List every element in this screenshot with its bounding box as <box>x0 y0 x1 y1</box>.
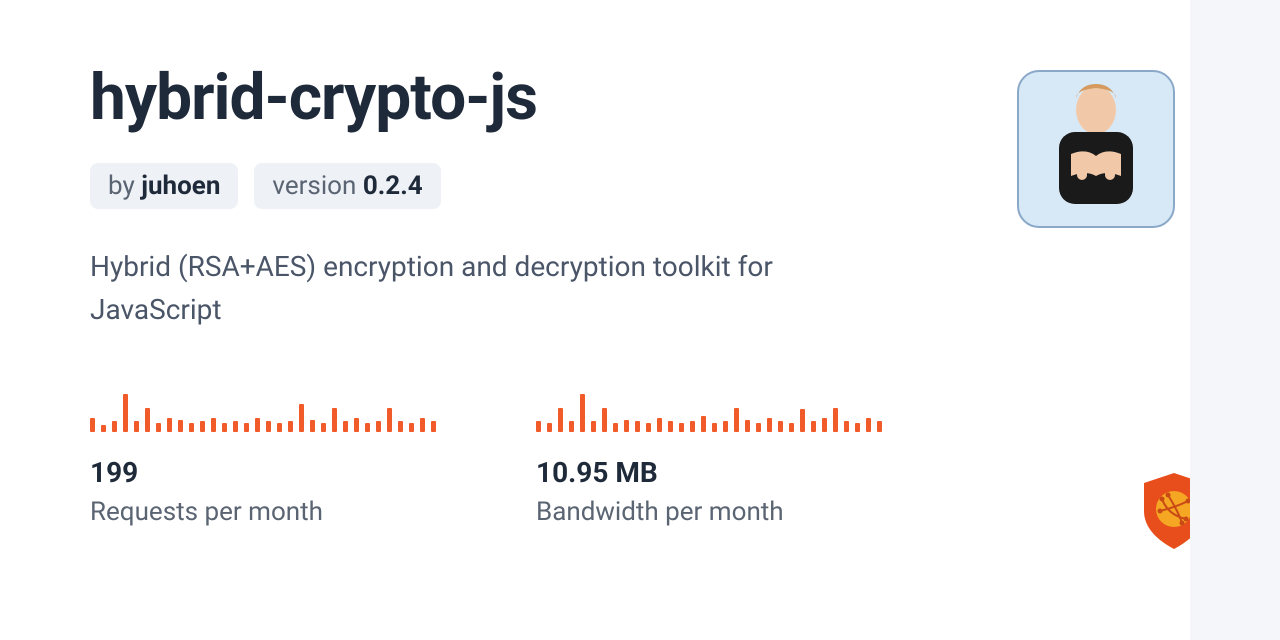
spark-bar <box>800 409 805 431</box>
spark-bar <box>222 423 227 432</box>
spark-bar <box>134 421 139 431</box>
spark-bar <box>778 421 783 431</box>
spark-bar <box>376 421 381 431</box>
spark-bar <box>723 421 728 431</box>
spark-bar <box>354 418 359 432</box>
right-gutter <box>1190 0 1280 640</box>
spark-bar <box>90 418 95 432</box>
spark-bar <box>244 423 249 432</box>
requests-sparkline <box>90 392 436 432</box>
spark-bar <box>646 423 651 432</box>
bandwidth-sparkline <box>536 392 882 432</box>
spark-bar <box>123 394 128 432</box>
spark-bar <box>624 420 629 432</box>
requests-label: Requests per month <box>90 497 436 527</box>
spark-bar <box>822 418 827 432</box>
bandwidth-stat: 10.95 MB Bandwidth per month <box>536 392 882 527</box>
author-prefix: by <box>108 171 141 201</box>
spark-bar <box>712 423 717 432</box>
spark-bar <box>233 421 238 431</box>
spark-bar <box>431 421 436 431</box>
spark-bar <box>145 408 150 432</box>
spark-bar <box>343 421 348 431</box>
spark-bar <box>112 421 117 431</box>
requests-stat: 199 Requests per month <box>90 392 436 527</box>
spark-bar <box>365 423 370 432</box>
spark-bar <box>580 394 585 432</box>
spark-bar <box>420 418 425 432</box>
spark-bar <box>255 418 260 432</box>
spark-bar <box>536 421 541 431</box>
spark-bar <box>266 421 271 431</box>
spark-bar <box>602 408 607 432</box>
spark-bar <box>613 423 618 432</box>
bandwidth-label: Bandwidth per month <box>536 497 882 527</box>
spark-bar <box>789 423 794 432</box>
spark-bar <box>547 423 552 432</box>
spark-bar <box>288 421 293 431</box>
spark-bar <box>409 423 414 432</box>
spark-bar <box>200 421 205 431</box>
spark-bar <box>167 418 172 432</box>
version-value: 0.2.4 <box>363 171 423 201</box>
version-chip[interactable]: version 0.2.4 <box>254 163 440 209</box>
author-avatar[interactable] <box>1017 70 1175 228</box>
author-name: juhoen <box>141 171 220 201</box>
requests-value: 199 <box>90 456 436 489</box>
spark-bar <box>310 420 315 432</box>
spark-bar <box>679 423 684 432</box>
spark-bar <box>811 421 816 431</box>
spark-bar <box>321 423 326 432</box>
stats-row: 199 Requests per month 10.95 MB Bandwidt… <box>90 392 1140 527</box>
spark-bar <box>558 408 563 432</box>
spark-bar <box>734 408 739 432</box>
spark-bar <box>387 408 392 432</box>
spark-bar <box>189 423 194 432</box>
spark-bar <box>701 416 706 432</box>
spark-bar <box>756 423 761 432</box>
spark-bar <box>690 421 695 431</box>
spark-bar <box>745 420 750 432</box>
package-description: Hybrid (RSA+AES) encryption and decrypti… <box>90 245 870 332</box>
spark-bar <box>855 423 860 432</box>
spark-bar <box>277 423 282 432</box>
spark-bar <box>833 408 838 432</box>
meta-chips: by juhoen version 0.2.4 <box>90 163 1140 209</box>
avatar-illustration <box>1031 76 1161 226</box>
spark-bar <box>398 421 403 431</box>
package-title: hybrid-crypto-js <box>90 60 1140 135</box>
spark-bar <box>101 425 106 432</box>
spark-bar <box>178 420 183 432</box>
spark-bar <box>866 418 871 432</box>
author-chip[interactable]: by juhoen <box>90 163 238 209</box>
spark-bar <box>332 408 337 432</box>
spark-bar <box>844 421 849 431</box>
spark-bar <box>591 421 596 431</box>
version-prefix: version <box>272 171 362 201</box>
spark-bar <box>569 421 574 431</box>
spark-bar <box>877 421 882 431</box>
spark-bar <box>767 418 772 432</box>
spark-bar <box>635 421 640 431</box>
spark-bar <box>668 421 673 431</box>
spark-bar <box>299 404 304 432</box>
bandwidth-value: 10.95 MB <box>536 456 882 489</box>
spark-bar <box>211 418 216 432</box>
spark-bar <box>156 423 161 432</box>
spark-bar <box>657 418 662 432</box>
